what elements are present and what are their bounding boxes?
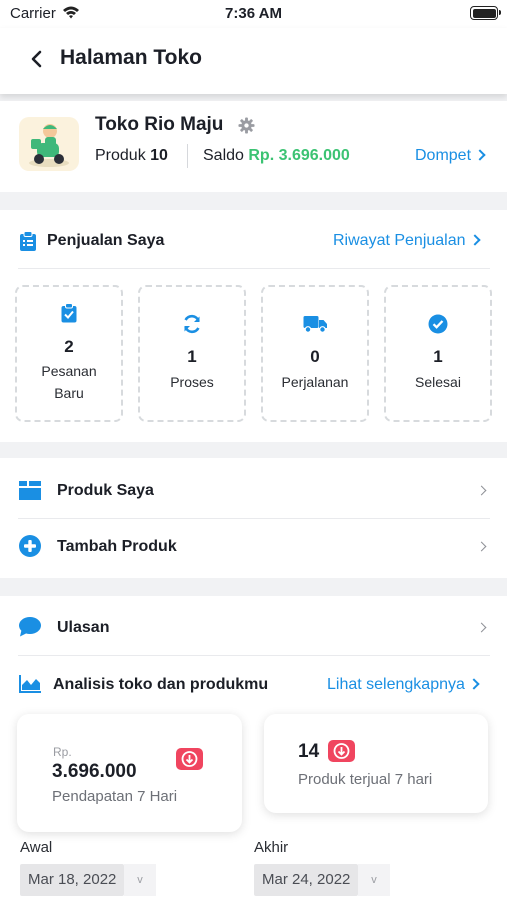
- status-bar: Carrier 7:36 AM: [0, 0, 507, 28]
- clipboard-list-icon: [20, 231, 36, 251]
- store-avatar: [19, 117, 79, 171]
- box-icon: [19, 481, 41, 500]
- saldo-label: Saldo: [203, 147, 244, 164]
- dropdown-arrow-icon: v: [124, 864, 156, 896]
- revenue-amount: 3.696.000: [52, 761, 137, 782]
- sold-count: 14: [298, 741, 320, 762]
- clipboard-check-icon: [61, 303, 77, 323]
- saldo-amount: Rp. 3.696.000: [248, 147, 350, 164]
- products-sold-card: 14 Produk terjual 7 hari: [264, 714, 488, 813]
- page-title: Halaman Toko: [60, 46, 202, 69]
- start-date-value: Mar 18, 2022: [28, 871, 117, 888]
- divider: [18, 655, 490, 656]
- analysis-title: Analisis toko dan produkmu: [53, 676, 269, 693]
- analysis-section: Ulasan Analisis toko dan produkmu Lihat …: [0, 596, 507, 900]
- chevron-right-icon: [474, 149, 486, 161]
- order-status-label: Perjalanan: [281, 374, 349, 390]
- saldo: Saldo Rp. 3.696.000: [203, 147, 350, 165]
- store-name: Toko Rio Maju: [95, 114, 224, 135]
- product-label: Produk: [95, 147, 146, 164]
- chevron-right-icon: [468, 234, 481, 246]
- menu-label: Tambah Produk: [57, 538, 177, 555]
- top-bar: Halaman Toko: [0, 28, 507, 94]
- sales-title: Penjualan Saya: [47, 232, 165, 249]
- trend-down-badge: [176, 748, 203, 770]
- end-date-value: Mar 24, 2022: [262, 871, 351, 888]
- divider: [18, 268, 490, 269]
- order-status-label-2: Baru: [54, 385, 84, 401]
- area-chart-icon: [19, 675, 41, 693]
- divider: [187, 144, 188, 168]
- order-status-label: Selesai: [415, 374, 461, 390]
- sold-label: Produk terjual 7 hari: [298, 771, 433, 788]
- revenue-card: Rp. 3.696.000 Pendapatan 7 Hari: [17, 714, 242, 832]
- truck-icon: [303, 316, 327, 333]
- chevron-right-icon: [468, 678, 480, 690]
- sales-section: Penjualan Saya Riwayat Penjualan 2 Pesan…: [0, 210, 507, 442]
- product-count: Produk 10: [95, 147, 168, 165]
- menu-label: Ulasan: [57, 619, 110, 636]
- wallet-link[interactable]: Dompet: [415, 147, 486, 165]
- product-count-value: 10: [150, 147, 168, 164]
- gear-icon[interactable]: [238, 117, 255, 134]
- trend-down-badge: [328, 740, 355, 762]
- menu-item-add-product[interactable]: Tambah Produk: [0, 518, 507, 574]
- order-count: 2: [64, 337, 74, 356]
- sync-icon: [184, 314, 200, 334]
- end-date-picker[interactable]: Mar 24, 2022 v: [254, 864, 390, 896]
- order-status-shipping[interactable]: 0 Perjalanan: [261, 285, 369, 422]
- sales-history-link[interactable]: Riwayat Penjualan: [333, 232, 481, 250]
- order-status-completed[interactable]: 1 Selesai: [384, 285, 492, 422]
- revenue-currency: Rp.: [53, 745, 72, 759]
- chevron-right-icon: [476, 622, 487, 633]
- order-count: 0: [310, 347, 320, 366]
- chevron-right-icon: [476, 541, 487, 552]
- arrow-down-circle-icon: [181, 751, 198, 767]
- start-date-label: Awal: [20, 839, 53, 856]
- chat-bubble-icon: [19, 617, 41, 637]
- order-status-new[interactable]: 2 Pesanan Baru: [15, 285, 123, 422]
- see-more-link[interactable]: Lihat selengkapnya: [327, 676, 480, 694]
- order-count: 1: [187, 347, 197, 366]
- check-circle-icon: [428, 314, 448, 334]
- plus-circle-icon: [19, 535, 41, 557]
- menu-label: Produk Saya: [57, 482, 154, 499]
- chevron-right-icon: [476, 485, 487, 496]
- arrow-down-circle-icon: [333, 743, 350, 759]
- store-summary: Toko Rio Maju Produk 10 Saldo Rp. 3.696.…: [0, 101, 507, 192]
- menu-item-my-products[interactable]: Produk Saya: [0, 462, 507, 518]
- clock: 7:36 AM: [225, 5, 282, 22]
- revenue-label: Pendapatan 7 Hari: [52, 788, 178, 805]
- wallet-link-label: Dompet: [415, 147, 472, 164]
- order-status-label: Pesanan: [41, 363, 97, 379]
- dropdown-arrow-icon: v: [358, 864, 390, 896]
- back-arrow-icon[interactable]: [26, 48, 48, 70]
- menu-item-reviews[interactable]: Ulasan: [0, 599, 507, 655]
- order-status-processing[interactable]: 1 Proses: [138, 285, 246, 422]
- order-count: 1: [433, 347, 443, 366]
- start-date-picker[interactable]: Mar 18, 2022 v: [20, 864, 156, 896]
- see-more-label: Lihat selengkapnya: [327, 676, 465, 693]
- end-date-label: Akhir: [254, 839, 289, 856]
- product-menu: Produk Saya Tambah Produk: [0, 458, 507, 578]
- order-status-label: Proses: [170, 374, 214, 390]
- sales-history-label: Riwayat Penjualan: [333, 232, 466, 249]
- battery-icon: [470, 6, 501, 20]
